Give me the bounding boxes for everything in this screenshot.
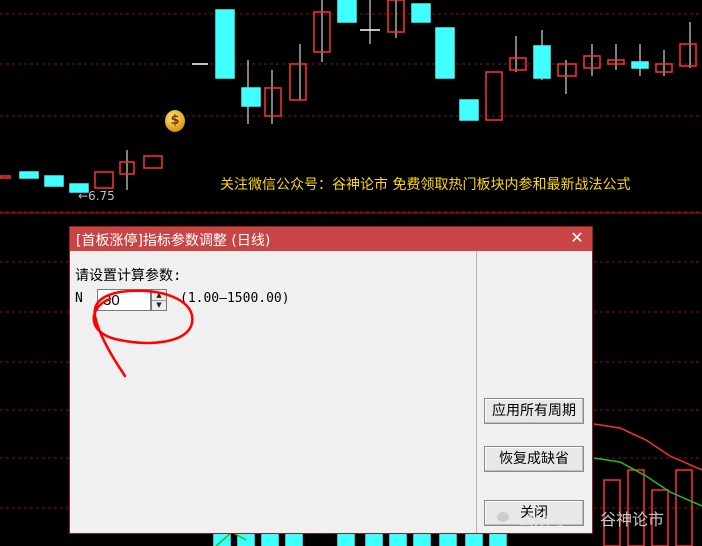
stock-chart-window: $ 关注微信公众号：谷神论市 免费领取热门板块内参和最新战法公式 ←6.75 [… — [0, 0, 702, 546]
dialog-title: [首板涨停]指标参数调整 (日线) — [76, 233, 271, 249]
candle-body — [435, 27, 455, 79]
candle-body — [289, 63, 307, 101]
candle-body — [215, 9, 235, 79]
candle-body — [337, 0, 357, 23]
candle-body — [143, 155, 163, 169]
red-circle-annotation — [92, 289, 194, 378]
indicator-bar — [261, 531, 279, 546]
indicator-bar — [237, 531, 255, 546]
low-price-label: ←6.75 — [78, 189, 115, 203]
candle-body — [679, 43, 697, 67]
candle-body — [533, 45, 551, 79]
parameter-pane: 请设置计算参数: N 30 ▲ ▼ (1.00—1500.00) — [70, 251, 475, 533]
promo-banner: 关注微信公众号：谷神论市 免费领取热门板块内参和最新战法公式 — [220, 177, 631, 193]
watermark-brand: 谷神论市 — [600, 510, 665, 529]
candle-body — [44, 175, 64, 187]
indicator-bar — [389, 531, 407, 546]
indicator-bar — [285, 531, 303, 546]
indicator-bar — [337, 531, 355, 546]
indicator-bar — [413, 531, 431, 546]
indicator-bar — [439, 531, 457, 546]
indicator-bar — [213, 531, 231, 546]
close-icon[interactable]: ✕ — [568, 228, 586, 248]
gold-coin-icon[interactable]: $ — [165, 110, 185, 132]
wechat-icon — [489, 508, 509, 522]
candle-body — [631, 61, 649, 69]
candle-body — [459, 99, 479, 121]
indicator-parameter-dialog: [首板涨停]指标参数调整 (日线) ✕ 请设置计算参数: N 30 ▲ ▼ (1… — [69, 226, 593, 534]
apply-all-periods-button[interactable]: 应用所有周期 — [484, 398, 584, 424]
candle-body — [0, 175, 11, 179]
button-pane: 应用所有周期 恢复成缺省 关闭 — [476, 251, 593, 533]
restore-default-button[interactable]: 恢复成缺省 — [484, 446, 584, 472]
candle-body — [264, 87, 282, 117]
candle-body — [241, 87, 261, 107]
candle-body — [485, 71, 503, 121]
candle-body — [411, 3, 431, 23]
ma-line-red — [593, 423, 702, 471]
candle-body — [19, 171, 39, 179]
indicator-bar — [365, 531, 383, 546]
candle-body — [94, 171, 114, 189]
indicator-bar — [465, 531, 483, 546]
candle-body — [557, 63, 577, 77]
indicator-bar — [489, 531, 507, 546]
dialog-titlebar[interactable]: [首板涨停]指标参数调整 (日线) ✕ — [70, 227, 592, 251]
watermark-text: 公众号 · — [518, 510, 577, 529]
ma-line-green — [593, 457, 702, 507]
watermark: 公众号 · 谷神论市 — [488, 506, 664, 529]
